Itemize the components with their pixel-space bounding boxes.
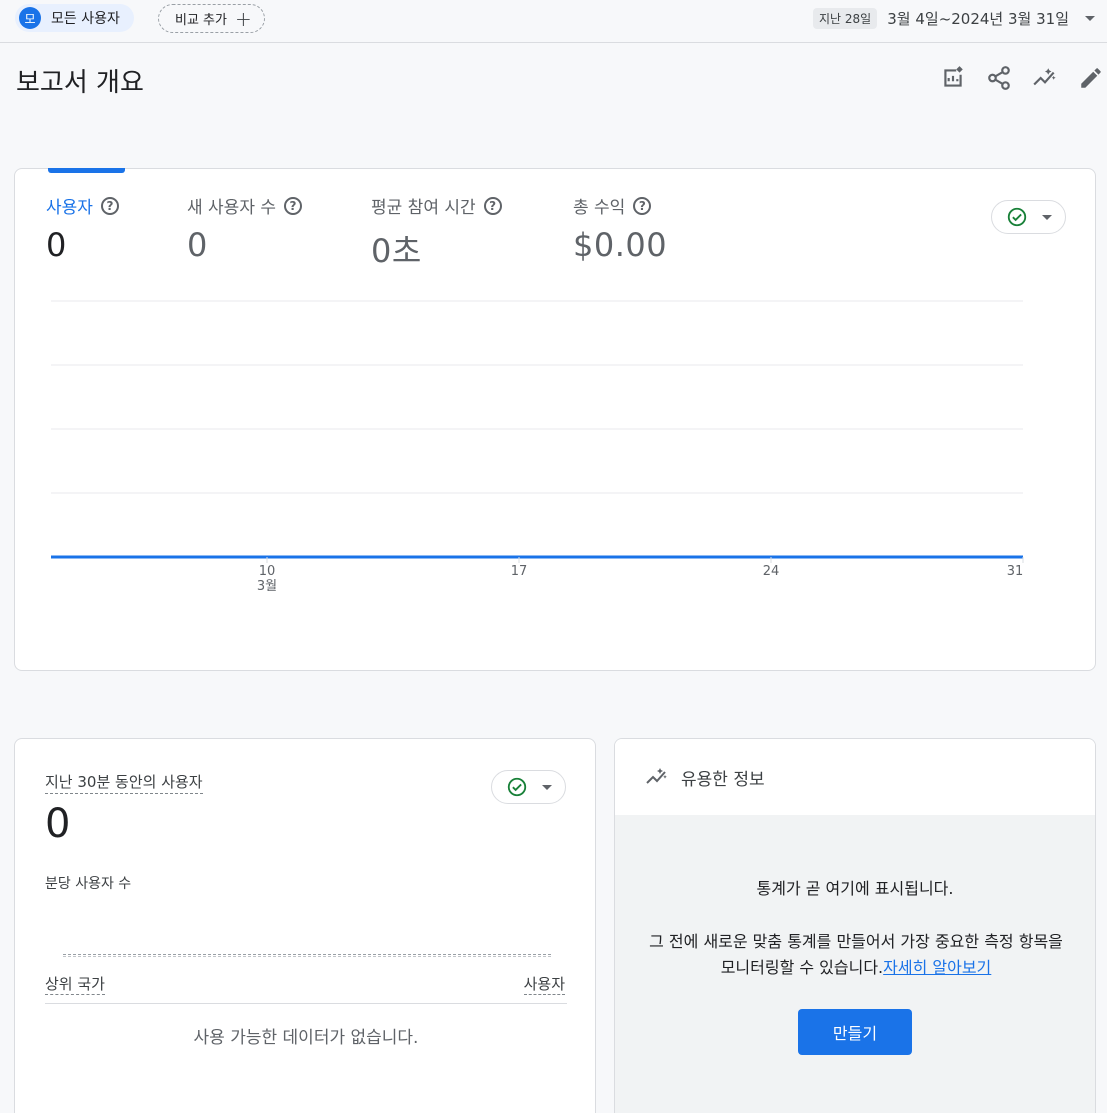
share-icon — [988, 66, 1010, 90]
x-month-label: 3월 — [256, 579, 278, 594]
realtime-minute-bars-placeholder — [63, 954, 551, 957]
column-header-users[interactable]: 사용자 — [523, 973, 565, 995]
title-actions — [939, 64, 1107, 92]
pencil-icon — [1081, 68, 1101, 88]
empty-state-text: 사용 가능한 데이터가 없습니다. — [193, 1028, 419, 1048]
insights-body: 통계가 곧 여기에 표시됩니다. 그 전에 새로운 맞춤 통계를 만들어서 가장… — [615, 815, 1095, 1113]
segment-label: 모든 사용자 — [51, 11, 120, 27]
metric-value: $0.00 — [573, 226, 668, 264]
add-comparison-label: 비교 추가 — [175, 13, 227, 28]
metric-value: 0 — [46, 226, 67, 264]
metric-label: 총 수익 — [573, 198, 626, 218]
chevron-down-icon — [541, 784, 552, 790]
metric-tab-new-users[interactable]: 새 사용자 수 ? 0 — [187, 193, 303, 264]
help-icon[interactable]: ? — [100, 196, 119, 215]
date-range-text: 3월 4일~2024년 3월 31일 — [887, 9, 1069, 28]
check-circle-icon — [507, 777, 526, 797]
metric-tab-engagement-time[interactable]: 평균 참여 시간 ? 0초 — [371, 193, 502, 272]
metric-tab-users[interactable]: 사용자 ? 0 — [46, 193, 119, 264]
x-tick-label: 31 — [1006, 564, 1024, 579]
help-icon[interactable]: ? — [483, 196, 502, 215]
segment-chip-all-users[interactable]: 모 모든 사용자 — [15, 4, 134, 32]
insights-description-text: 그 전에 새로운 맞춤 통계를 만들어서 가장 중요한 측정 항목을 모니터링할… — [649, 932, 1063, 977]
column-header-top-countries[interactable]: 상위 국가 — [45, 973, 105, 995]
top-bar: 모 모든 사용자 비교 추가 + 지난 28일 3월 4일~2024년 3월 3… — [0, 0, 1107, 43]
realtime-value: 0 — [45, 801, 71, 847]
insights-title: 유용한 정보 — [681, 769, 765, 790]
help-icon[interactable]: ? — [284, 196, 303, 215]
metric-label: 사용자 — [46, 198, 93, 218]
card-options-dropdown[interactable] — [991, 200, 1066, 234]
page-title: 보고서 개요 — [16, 68, 144, 98]
users-line-chart: 10 3월 17 24 31 — [51, 281, 1024, 601]
help-icon[interactable]: ? — [633, 196, 652, 215]
x-tick-label: 17 — [510, 564, 528, 579]
share-button[interactable] — [985, 64, 1013, 92]
metric-value: 0 — [187, 226, 208, 264]
insights-message: 통계가 곧 여기에 표시됩니다. — [756, 879, 954, 898]
chevron-down-icon — [1041, 214, 1052, 220]
realtime-subtitle: 분당 사용자 수 — [45, 876, 132, 892]
insights-button[interactable] — [1031, 64, 1059, 92]
customize-report-icon — [944, 66, 963, 87]
realtime-options-dropdown[interactable] — [491, 770, 566, 804]
x-tick-label: 10 — [258, 564, 276, 579]
edit-button[interactable] — [1077, 64, 1105, 92]
metric-label: 새 사용자 수 — [187, 198, 277, 218]
x-tick-label: 24 — [762, 564, 780, 579]
metric-tab-total-revenue[interactable]: 총 수익 ? $0.00 — [573, 193, 667, 264]
plus-icon: + — [234, 6, 252, 31]
customize-report-button[interactable] — [939, 64, 967, 92]
insights-icon — [646, 768, 667, 784]
insights-icon — [1033, 68, 1056, 86]
insights-card: 유용한 정보 통계가 곧 여기에 표시됩니다. 그 전에 새로운 맞춤 통계를 … — [614, 738, 1096, 1113]
check-circle-icon — [1007, 207, 1026, 227]
create-insight-button[interactable]: 만들기 — [798, 1009, 912, 1055]
segment-avatar: 모 — [19, 7, 41, 29]
date-preset-badge: 지난 28일 — [813, 7, 878, 29]
metrics-overview-card: 사용자 ? 0 새 사용자 수 ? 0 평균 참여 시간 ? 0초 총 수익 ?… — [14, 168, 1096, 671]
chart-svg — [51, 300, 1024, 563]
active-tab-indicator — [48, 168, 125, 173]
learn-more-link[interactable]: 자세히 알아보기 — [883, 958, 991, 977]
metric-value: 0초 — [371, 232, 422, 270]
realtime-card: 지난 30분 동안의 사용자 0 분당 사용자 수 상위 국가 사용자 사용 가… — [14, 738, 596, 1113]
realtime-title[interactable]: 지난 30분 동안의 사용자 — [45, 771, 203, 794]
chevron-down-icon — [1085, 15, 1095, 21]
insights-description: 그 전에 새로운 맞춤 통계를 만들어서 가장 중요한 측정 항목을 모니터링할… — [643, 929, 1069, 981]
add-comparison-button[interactable]: 비교 추가 + — [158, 4, 265, 33]
table-divider — [45, 1003, 567, 1004]
insights-header: 유용한 정보 — [615, 739, 1095, 815]
date-range-picker[interactable]: 지난 28일 3월 4일~2024년 3월 31일 — [813, 4, 1095, 32]
metric-label: 평균 참여 시간 — [371, 198, 476, 218]
